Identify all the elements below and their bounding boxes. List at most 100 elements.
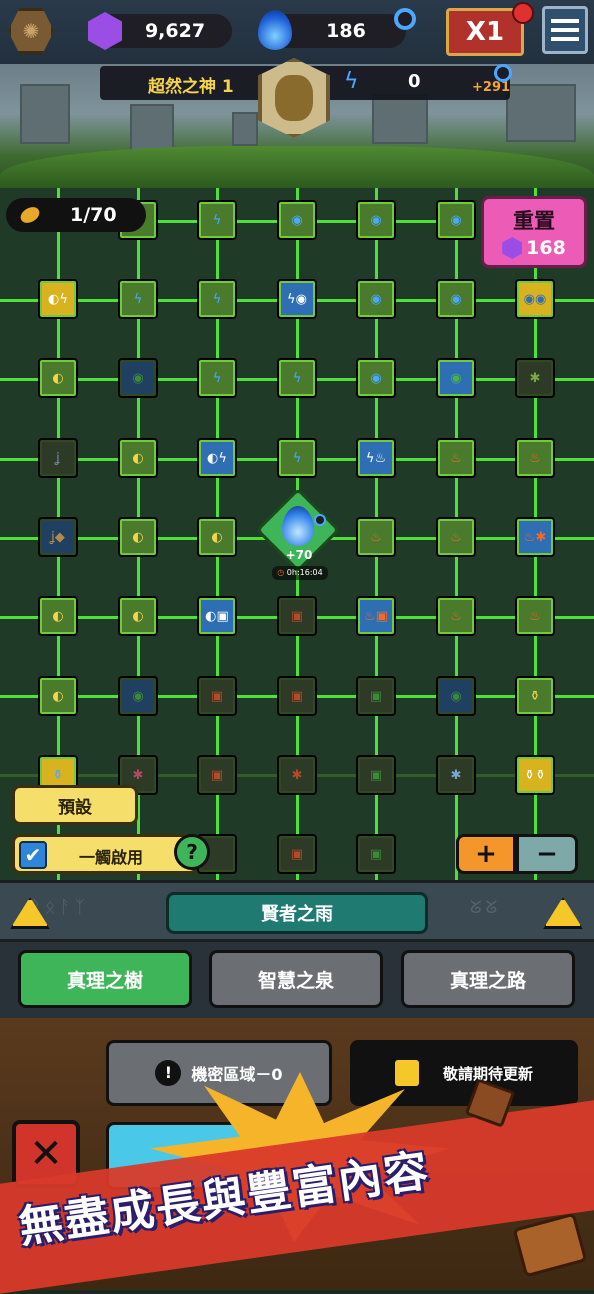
skill-node[interactable]: ϟ xyxy=(277,358,317,398)
skill-node[interactable]: ◐ xyxy=(118,438,158,478)
blue-fire-icon xyxy=(282,506,314,546)
tab-bar: 真理之樹 智慧之泉 真理之路 xyxy=(0,942,594,1018)
skill-tree-board: ϟ ◉ ◉ ◉ ◐ϟ ϟ ϟ ϟ◉ ◉ ◉ ◉◉ ◐ ◉ ϟ ϟ ◉ ◉ ✱ ʝ… xyxy=(0,188,594,880)
skill-node[interactable]: ▣ xyxy=(356,676,396,716)
tab-road-of-truth[interactable]: 真理之路 xyxy=(401,950,575,1008)
rune-icon: ʝ xyxy=(56,450,60,466)
speed-label: X1 xyxy=(465,17,505,47)
magnifier-icon[interactable] xyxy=(314,514,326,526)
one-touch-toggle[interactable]: ✔ 一觸啟用 xyxy=(12,834,198,874)
skill-node[interactable]: ϟ xyxy=(277,438,317,478)
skill-node[interactable]: ▣ xyxy=(197,676,237,716)
zoom-out-button[interactable]: − xyxy=(516,834,578,874)
skill-node[interactable]: ʝ xyxy=(38,438,78,478)
skill-node[interactable]: ◉ xyxy=(118,358,158,398)
skill-node[interactable]: ✱ xyxy=(436,755,476,795)
clock-icon: ◷ xyxy=(277,568,285,577)
lightning-icon: ϟ xyxy=(212,291,222,307)
tab-tree-of-truth[interactable]: 真理之樹 xyxy=(18,950,192,1008)
skill-node[interactable]: ◐ϟ xyxy=(38,279,78,319)
skill-node[interactable]: ◉ xyxy=(356,358,396,398)
menu-button[interactable] xyxy=(542,6,588,54)
lightning-icon: ϟ xyxy=(292,370,302,386)
skill-node[interactable]: ◐ xyxy=(197,517,237,557)
chest-icon: ▣ xyxy=(290,688,304,704)
skill-node[interactable]: ✱ xyxy=(277,755,317,795)
skill-node[interactable]: ♨ xyxy=(515,438,555,478)
skill-node[interactable]: ◉ xyxy=(277,200,317,240)
skill-node[interactable]: ♨✱ xyxy=(515,517,555,557)
skill-node[interactable]: ◉ xyxy=(356,279,396,319)
secret-area-label: 機密區域－0 xyxy=(191,1065,283,1084)
potion-icon: ⚱ xyxy=(52,767,64,783)
skill-node[interactable]: ϟ xyxy=(197,358,237,398)
magnifier-icon[interactable] xyxy=(494,64,512,82)
next-section-button[interactable] xyxy=(543,897,583,929)
skill-node[interactable]: ⚱ xyxy=(515,676,555,716)
skill-node[interactable]: ◐▣ xyxy=(197,596,237,636)
skill-node[interactable]: ♨ xyxy=(436,438,476,478)
skill-node[interactable]: ♨ xyxy=(356,517,396,557)
skill-node[interactable]: ϟ♨ xyxy=(356,438,396,478)
skill-node[interactable]: ◉ xyxy=(118,676,158,716)
coin-icon: ◐ xyxy=(211,529,223,545)
lightning-icon: ϟ xyxy=(212,370,222,386)
skill-node[interactable]: ◐ xyxy=(118,596,158,636)
skill-node[interactable]: ♨▣ xyxy=(356,596,396,636)
skill-node[interactable]: ϟ xyxy=(118,279,158,319)
skill-node[interactable]: ◐ xyxy=(38,358,78,398)
skill-node[interactable]: ▣ xyxy=(197,755,237,795)
skill-node[interactable]: ✱ xyxy=(515,358,555,398)
preset-label: 預設 xyxy=(58,797,92,818)
skill-node[interactable]: ◉ xyxy=(436,200,476,240)
skill-node[interactable]: ϟ xyxy=(197,279,237,319)
skill-node[interactable]: ◉ xyxy=(436,676,476,716)
skill-node[interactable]: ▣ xyxy=(356,755,396,795)
warning-icon: ! xyxy=(155,1060,182,1086)
skill-node[interactable]: ♨ xyxy=(515,596,555,636)
chest-icon: ▣ xyxy=(210,688,224,704)
skill-node[interactable]: ◐ xyxy=(38,676,78,716)
skill-node[interactable]: ▣ xyxy=(277,834,317,874)
skill-node[interactable]: ʝ◆ xyxy=(38,517,78,557)
ruin-pillar xyxy=(20,84,70,144)
seed-icon xyxy=(17,203,43,227)
skill-node[interactable]: ◐ xyxy=(118,517,158,557)
core-timer: ◷ 0h:16:04 xyxy=(272,566,328,580)
bug-icon: ✱ xyxy=(529,370,541,386)
lower-area: ! 機密區域－0 敬請期待更新 ✕ 無盡成長與豐富內容 xyxy=(0,1018,594,1294)
skill-node[interactable]: ▣ xyxy=(277,596,317,636)
one-touch-label: 一觸啟用 xyxy=(79,848,144,867)
skill-node[interactable]: ◉ xyxy=(356,200,396,240)
skill-node[interactable]: ⚱⚱ xyxy=(515,755,555,795)
reset-button[interactable]: 重置 168 xyxy=(481,196,587,268)
skill-node[interactable]: ▣ xyxy=(277,676,317,716)
help-button[interactable]: ? xyxy=(174,834,210,870)
skill-node[interactable]: ◉ xyxy=(436,358,476,398)
skill-node[interactable]: ◉◉ xyxy=(515,279,555,319)
skill-node[interactable]: ♨ xyxy=(436,517,476,557)
skill-node[interactable]: ϟ◉ xyxy=(277,279,317,319)
profile-hex-button[interactable]: ✺ xyxy=(8,8,54,54)
checkbox-checked-icon[interactable]: ✔ xyxy=(19,841,47,869)
reset-cost: 168 xyxy=(526,237,566,259)
skill-node[interactable]: ▣ xyxy=(356,834,396,874)
skill-node[interactable]: ϟ xyxy=(197,200,237,240)
skill-node[interactable]: ◉ xyxy=(436,279,476,319)
preset-button[interactable]: 預設 xyxy=(12,785,138,825)
medallion-icon: ✺ xyxy=(22,19,40,43)
zoom-in-button[interactable]: + xyxy=(456,834,516,874)
seed-count: 1/70 xyxy=(70,204,117,226)
skill-node[interactable]: ◐ϟ xyxy=(197,438,237,478)
section-title: 賢者之雨 xyxy=(166,892,428,934)
fire-bug-icon: ♨✱ xyxy=(523,529,547,545)
chest-icon: ▣ xyxy=(210,767,224,783)
magnifier-icon[interactable] xyxy=(394,8,416,30)
skill-node[interactable]: ◐ xyxy=(38,596,78,636)
grass-strip xyxy=(0,146,594,188)
chest-icon: ▣ xyxy=(369,688,383,704)
tab-fountain-of-wisdom[interactable]: 智慧之泉 xyxy=(209,950,383,1008)
lightning-icon: ϟ xyxy=(133,291,143,307)
section-title-text: 賢者之雨 xyxy=(261,904,333,925)
skill-node[interactable]: ♨ xyxy=(436,596,476,636)
